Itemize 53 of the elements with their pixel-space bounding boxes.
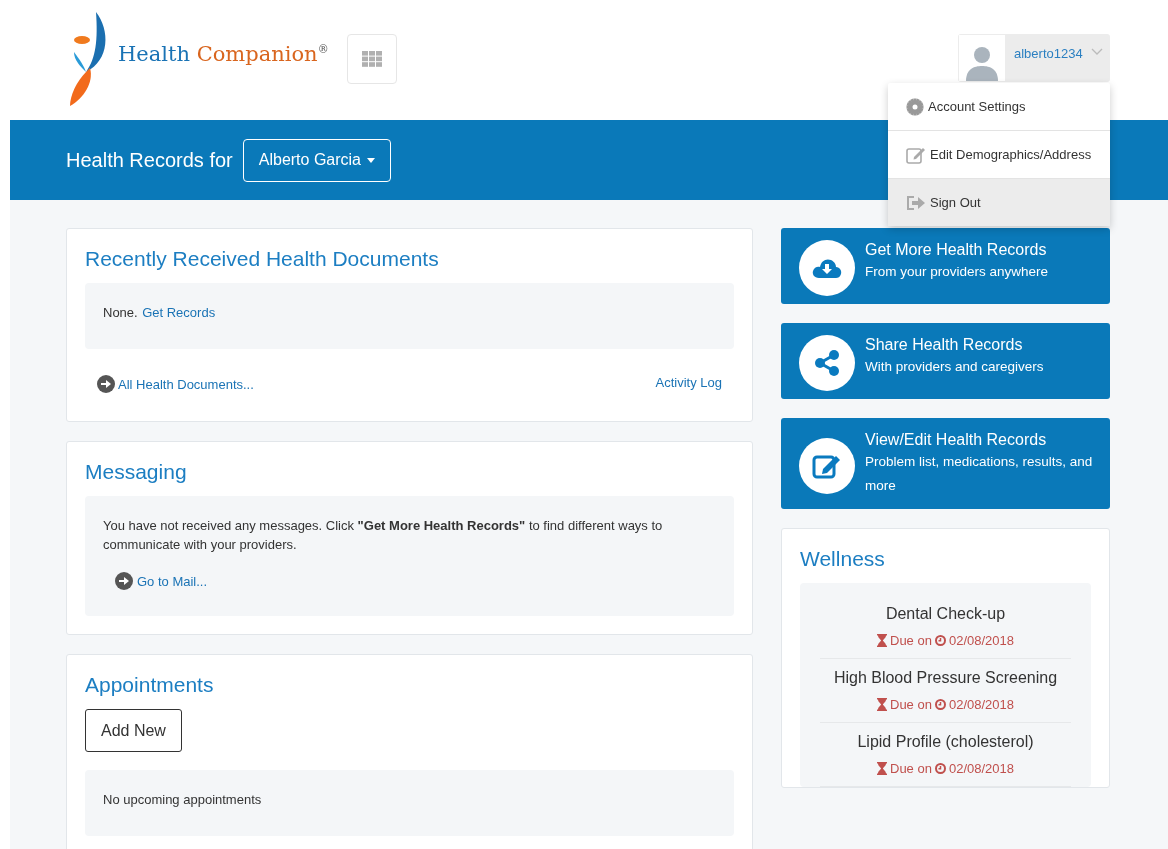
action-subtitle: From your providers anywhere (865, 263, 1050, 281)
action-subtitle: With providers and caregivers (865, 358, 1045, 376)
grid-icon (361, 51, 382, 67)
action-title: Get More Health Records (865, 241, 1048, 259)
wellness-item-name: Lipid Profile (cholesterol) (857, 733, 1034, 751)
action-card[interactable]: Get More Health Records From your providers anywhere (781, 228, 1110, 304)
share-icon (813, 349, 841, 377)
due-date: 02/08/2018 (948, 633, 1014, 648)
go-to-mail-link[interactable]: Go to Mail... (137, 573, 208, 589)
card-title: Appointments (85, 673, 215, 697)
wellness-item-name: Dental Check-up (885, 605, 1006, 623)
sign-out-icon (906, 194, 926, 211)
action-card[interactable]: Share Health Records With providers and caregivers (781, 323, 1110, 399)
activity-log-link[interactable]: Activity Log (655, 374, 722, 390)
clock-icon (934, 699, 946, 710)
logo-text: Health Companion$^{®}$ (118, 42, 329, 66)
due-label: Due on (890, 697, 932, 712)
clock-icon (934, 635, 946, 646)
hourglass-icon (877, 634, 887, 647)
edit-icon (906, 145, 926, 164)
due-date: 02/08/2018 (948, 697, 1014, 712)
due-date: 02/08/2018 (948, 761, 1014, 776)
wellness-item-name: High Blood Pressure Screening (833, 669, 1058, 687)
arrow-circle-icon (97, 375, 115, 393)
action-subtitle: Problem list, medications, results, and more (865, 453, 1094, 495)
action-title: View/Edit Health Records (865, 431, 1048, 449)
hourglass-icon (877, 762, 887, 775)
due-label: Due on (890, 761, 932, 776)
add-new-button[interactable]: Add New (85, 709, 182, 752)
empty-text: No upcoming appointments (103, 792, 262, 807)
card-title: Messaging (85, 460, 188, 484)
due-label: Due on (890, 633, 932, 648)
all-documents-link[interactable]: All Health Documents... (118, 376, 254, 392)
message-text: You have not received any messages. Click "Get More Health Records" to find different ways to communicate with your providers. (103, 517, 664, 554)
settings-icon (906, 97, 924, 116)
menu-item[interactable]: Account Settings (888, 83, 1110, 131)
banner-title: Health Records for (66, 148, 233, 172)
patient-dropdown[interactable]: Alberto Garcia (242, 138, 391, 182)
cloud-download-icon (812, 256, 842, 280)
menu-item[interactable]: Sign Out (888, 179, 1110, 226)
apps-button[interactable] (346, 34, 397, 84)
action-title: Share Health Records (865, 336, 1024, 354)
hourglass-icon (877, 698, 887, 711)
card-title: Wellness (800, 547, 886, 571)
action-card[interactable]: View/Edit Health Records Problem list, medications, results, and more (781, 418, 1110, 509)
user-menu-button[interactable]: alberto1234 (958, 34, 1110, 82)
card-title: Recently Received Health Documents (85, 247, 440, 271)
clock-icon (934, 763, 946, 774)
get-records-link[interactable]: Get Records (142, 305, 216, 320)
empty-text: None. (103, 305, 138, 320)
arrow-circle-icon (115, 572, 133, 590)
chevron-icon (1090, 48, 1103, 56)
caret-icon (367, 157, 375, 163)
